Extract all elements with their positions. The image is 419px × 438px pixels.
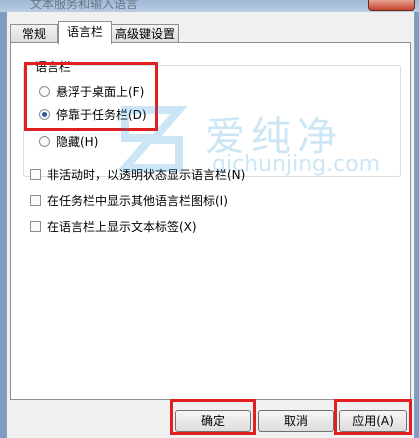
title-bar: 文本服务和输入语言 (0, 0, 419, 12)
highlight-annotation-apply (334, 399, 412, 435)
tab-panel-language-bar: 语言栏 悬浮于桌面上(F) 停靠于任务栏(D) 隐藏(H) 非活动时，以透明状态… (10, 42, 411, 400)
cancel-button[interactable]: 取消 (258, 410, 334, 432)
checkbox-box[interactable] (30, 221, 41, 232)
radio-indicator[interactable] (39, 136, 50, 147)
tab-advanced-key-settings[interactable]: 高级键设置 (111, 24, 179, 43)
checkbox-transparent-when-inactive[interactable]: 非活动时，以透明状态显示语言栏(N) (30, 166, 245, 183)
radio-hidden[interactable]: 隐藏(H) (39, 133, 98, 150)
checkbox-label: 在任务栏中显示其他语言栏图标(I) (47, 194, 228, 208)
close-button[interactable] (368, 0, 415, 11)
highlight-annotation-ok (170, 399, 256, 435)
checkbox-box[interactable] (30, 169, 41, 180)
dialog-client-area: 常规 语言栏 高级键设置 语言栏 悬浮于桌面上(F) 停靠于任务栏(D) 隐藏(… (6, 12, 415, 438)
checkbox-extra-icons-in-taskbar[interactable]: 在任务栏中显示其他语言栏图标(I) (30, 192, 228, 209)
checkbox-box[interactable] (30, 195, 41, 206)
tab-general[interactable]: 常规 (10, 24, 58, 43)
checkbox-label: 非活动时，以透明状态显示语言栏(N) (47, 168, 246, 182)
checkbox-label: 在语言栏上显示文本标签(X) (47, 220, 197, 234)
tab-language-bar[interactable]: 语言栏 (58, 21, 112, 44)
radio-hidden-label: 隐藏(H) (56, 135, 99, 149)
window-title: 文本服务和输入语言 (30, 0, 139, 11)
checkbox-text-labels[interactable]: 在语言栏上显示文本标签(X) (30, 218, 197, 235)
highlight-annotation-options (24, 62, 158, 131)
